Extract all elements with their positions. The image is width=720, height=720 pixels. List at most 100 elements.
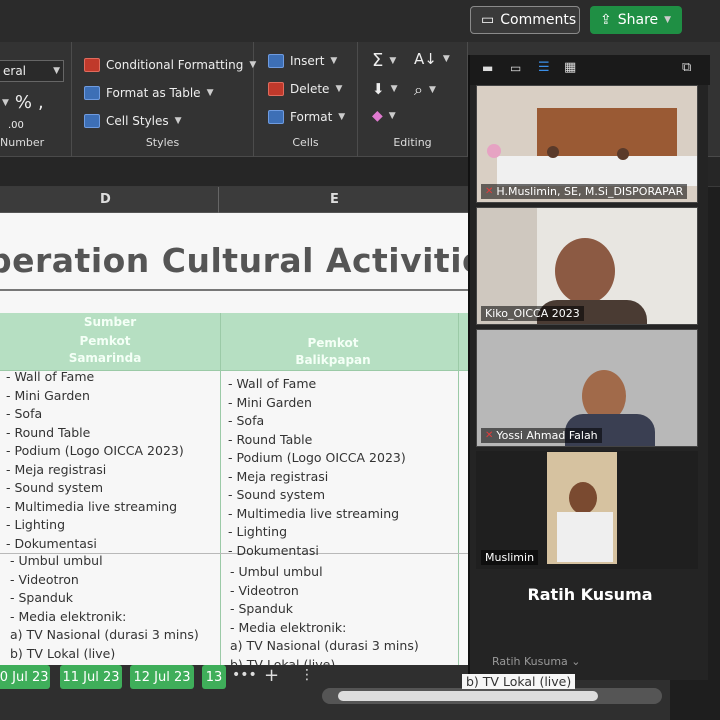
video-tile-participant-1[interactable]: ✕ H.Muslimin, SE, M.Si_DISPORAPAR	[476, 85, 698, 203]
cell-line: - Lighting	[228, 524, 288, 539]
delete-button[interactable]: Delete ▼	[268, 82, 342, 96]
autosum-button[interactable]: Σ ▼	[372, 50, 396, 71]
share-label: Share	[617, 12, 659, 28]
format-button[interactable]: Format ▼	[268, 110, 345, 124]
cell-line: - Lighting	[6, 517, 66, 532]
cell-styles-button[interactable]: Cell Styles ▼	[84, 114, 182, 128]
cell-d-facilities[interactable]: - Wall of Fame - Mini Garden - Sofa - Round…	[6, 368, 184, 553]
cell-line: a) TV Nasional (durasi 3 mins)	[10, 627, 199, 642]
find-select-button[interactable]: ⌕ ▼	[414, 80, 436, 100]
comments-label: Comments	[500, 12, 577, 28]
search-icon: ⌕	[414, 80, 423, 99]
gallery-view-icon[interactable]: ▦	[564, 60, 576, 75]
column-header-e[interactable]: E	[330, 192, 339, 207]
sheet-tab-13-jul[interactable]: 13	[202, 665, 226, 689]
insert-label: Insert	[290, 54, 325, 68]
insert-button[interactable]: Insert ▼	[268, 54, 337, 68]
cell-line: - Podium (Logo OICCA 2023)	[6, 443, 184, 458]
chevron-down-icon: ▼	[53, 66, 60, 76]
eraser-icon: ◆	[372, 108, 383, 124]
percent-button[interactable]: ▼ % ,	[2, 92, 44, 113]
chevron-down-icon: ▼	[389, 55, 397, 66]
chevron-down-icon: ▼	[174, 116, 182, 126]
muted-mic-icon: ✕	[485, 430, 494, 441]
participant-name-tag: ✕ Yossi Ahmad Falah	[481, 428, 602, 443]
cell-line: - Media elektronik:	[230, 619, 347, 635]
share-button[interactable]: ⇪ Share ▼	[590, 6, 682, 34]
comments-button[interactable]: ▭ Comments	[470, 6, 580, 34]
window-icon[interactable]: ▭	[510, 61, 521, 75]
delete-cells-icon	[268, 82, 284, 96]
column-divider	[220, 313, 221, 665]
cell-styles-icon	[84, 114, 100, 128]
header-pemkot-samarinda: Pemkot Samarinda	[68, 334, 142, 365]
column-divider	[458, 313, 459, 665]
sheet-tab-12-jul[interactable]: 12 Jul 23	[130, 665, 194, 689]
editing-group-label: Editing	[393, 136, 432, 149]
styles-group: Conditional Formatting ▼ Format as Table…	[72, 42, 256, 157]
fill-button[interactable]: ⬇ ▼	[372, 80, 398, 98]
format-as-table-button[interactable]: Format as Table ▼	[84, 86, 213, 100]
minimize-icon[interactable]: ▬	[482, 61, 493, 75]
title-bar: ▭ Comments ⇪ Share ▼	[0, 0, 720, 42]
chevron-down-icon: ▼	[390, 84, 398, 94]
more-tabs-icon[interactable]: •••	[232, 667, 257, 683]
cell-line: - Podium (Logo OICCA 2023)	[228, 450, 406, 465]
video-tile-participant-2[interactable]: Kiko_OICCA 2023	[476, 207, 698, 325]
participant-name-tag: Muslimin	[481, 550, 539, 565]
video-tile-participant-3[interactable]: ✕ Yossi Ahmad Falah	[476, 329, 698, 447]
cell-line: b) TV Lokal (live)	[230, 656, 336, 666]
chevron-down-icon: ▼	[428, 85, 436, 95]
cell-line: - Meja registrasi	[6, 461, 107, 477]
editing-group: Σ ▼ A↓ ▼ ⬇ ▼ ⌕ ▼ ◆ ▼ Editing	[358, 42, 468, 157]
autosum-icon: Σ	[372, 50, 384, 71]
cell-e-facilities[interactable]: - Wall of Fame - Mini Garden - Sofa - Round…	[228, 375, 406, 560]
chevron-down-icon[interactable]: ⌄	[571, 655, 580, 668]
pop-out-icon[interactable]: ⧉	[682, 60, 691, 75]
cell-line: - Sofa	[6, 406, 43, 421]
sort-filter-button[interactable]: A↓ ▼	[414, 50, 450, 68]
cells-group: Insert ▼ Delete ▼ Format ▼ Cells	[254, 42, 358, 157]
scrollbar-thumb[interactable]	[338, 691, 598, 701]
fill-down-icon: ⬇	[372, 80, 385, 98]
cell-e-publication[interactable]: - Umbul umbul - Videotron - Spanduk - Media…	[230, 563, 419, 665]
cell-line: - Umbul umbul	[10, 553, 103, 568]
header-pemkot-balikpapan: Pemkot Balikpapan	[295, 336, 371, 367]
cell-line: - Round Table	[6, 424, 91, 440]
column-header-d[interactable]: D	[100, 192, 111, 207]
chevron-down-icon: ▼	[335, 84, 343, 94]
cells-group-label: Cells	[292, 136, 319, 149]
cell-line: - Mini Garden	[228, 394, 312, 410]
styles-group-label: Styles	[145, 136, 180, 149]
sort-az-icon: A↓	[414, 50, 437, 68]
add-sheet-icon[interactable]: +	[264, 665, 279, 686]
cell-f-last-line: b) TV Lokal (live)	[462, 674, 576, 689]
person-silhouette	[617, 148, 629, 160]
decrease-decimal-button[interactable]: .00	[8, 120, 24, 131]
sheet-tab-11-jul[interactable]: 11 Jul 23	[60, 665, 122, 689]
cell-line: - Sofa	[228, 413, 265, 428]
format-as-table-label: Format as Table	[106, 86, 201, 100]
vertical-dots-icon[interactable]: ⋮	[300, 667, 314, 683]
cell-line: - Spanduk	[230, 601, 294, 616]
cell-line: - Sound system	[228, 487, 326, 502]
worksheet[interactable]: peration Cultural Activities Sumber Pemk…	[0, 213, 480, 665]
meeting-table	[497, 156, 697, 186]
chevron-down-icon: ▼	[664, 15, 672, 25]
number-format-select[interactable]: eral ▼	[0, 60, 64, 82]
conditional-formatting-button[interactable]: Conditional Formatting ▼	[84, 58, 256, 72]
format-as-table-icon	[84, 86, 100, 100]
participant-name-tag: Kiko_OICCA 2023	[481, 306, 584, 321]
cell-line: - Multimedia live streaming	[6, 498, 178, 514]
cell-d-publication[interactable]: - Umbul umbul - Videotron - Spanduk - Media…	[10, 552, 199, 663]
chevron-down-icon: ▼	[388, 111, 396, 121]
video-tile-participant-4[interactable]: Muslimin	[476, 451, 698, 569]
clear-button[interactable]: ◆ ▼	[372, 108, 396, 124]
conditional-formatting-label: Conditional Formatting	[106, 58, 244, 72]
horizontal-scrollbar[interactable]	[322, 688, 662, 704]
sheet-tab-10-jul[interactable]: 10 Jul 23	[0, 665, 50, 689]
number-group: eral ▼ ▼ % , .00 Number	[0, 42, 72, 157]
speaker-view-icon[interactable]: ☰	[538, 60, 550, 75]
cell-line: - Spanduk	[10, 590, 74, 605]
cell-line: - Media elektronik:	[10, 608, 127, 624]
